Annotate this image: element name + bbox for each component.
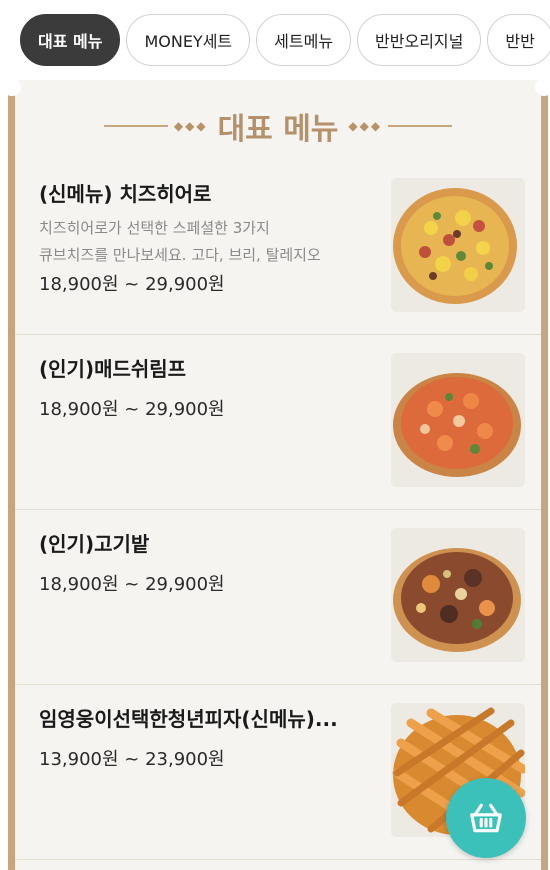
menu-item-name: 임영웅이선택한청년피자(신메뉴)...	[39, 707, 338, 731]
tab-half-original[interactable]: 반반오리지널	[357, 14, 482, 66]
section-title: 대표 메뉴	[217, 112, 339, 147]
right-ornament: ◆◆◆	[348, 119, 453, 133]
menu-item-description: 치즈히어로가 선택한 스페셜한 3가지 큐브치즈를 만나보세요. 고다, 브리,…	[39, 215, 369, 269]
tab-set-menu[interactable]: 세트메뉴	[256, 14, 352, 66]
menu-item-price: 13,900원 ~ 23,900원	[39, 749, 225, 770]
menu-item-cheese-hero[interactable]: (신메뉴) 치즈히어로 치즈히어로가 선택한 스페셜한 3가지 큐브치즈를 만나…	[15, 160, 541, 335]
tab-money-set[interactable]: MONEY세트	[126, 14, 251, 66]
menu-item-price: 18,900원 ~ 29,900원	[39, 574, 225, 595]
menu-item-name: (인기)매드쉬림프	[39, 357, 187, 381]
category-tabs: 대표 메뉴 MONEY세트 세트메뉴 반반오리지널 반반	[0, 0, 550, 80]
pizza-photo[interactable]	[391, 528, 525, 662]
menu-item-meat-field[interactable]: (인기)고기밭 18,900원 ~ 29,900원	[15, 510, 541, 685]
menu-list: (신메뉴) 치즈히어로 치즈히어로가 선택한 스페셜한 3가지 큐브치즈를 만나…	[15, 160, 541, 860]
description-line: 큐브치즈를 만나보세요. 고다, 브리, 탈레지오	[39, 246, 321, 264]
pizza-photo[interactable]	[391, 178, 525, 312]
menu-board: ◆◆◆ 대표 메뉴 ◆◆◆ (신메뉴) 치즈히어로 치즈히어로가 선택한 스페셜…	[3, 78, 550, 870]
basket-icon	[470, 803, 502, 833]
left-ornament: ◆◆◆	[103, 119, 208, 133]
menu-item-price: 18,900원 ~ 29,900원	[39, 274, 225, 295]
cart-button[interactable]	[446, 778, 526, 858]
menu-item-name: (신메뉴) 치즈히어로	[39, 182, 212, 206]
tab-signature-menu[interactable]: 대표 메뉴	[20, 14, 121, 66]
menu-item-name: (인기)고기밭	[39, 532, 150, 556]
tab-half[interactable]: 반반	[487, 14, 550, 66]
menu-item-mad-shrimp[interactable]: (인기)매드쉬림프 18,900원 ~ 29,900원	[15, 335, 541, 510]
description-line: 치즈히어로가 선택한 스페셜한 3가지	[39, 219, 270, 237]
section-header: ◆◆◆ 대표 메뉴 ◆◆◆	[15, 102, 541, 150]
pizza-photo[interactable]	[391, 353, 525, 487]
menu-item-price: 18,900원 ~ 29,900원	[39, 399, 225, 420]
